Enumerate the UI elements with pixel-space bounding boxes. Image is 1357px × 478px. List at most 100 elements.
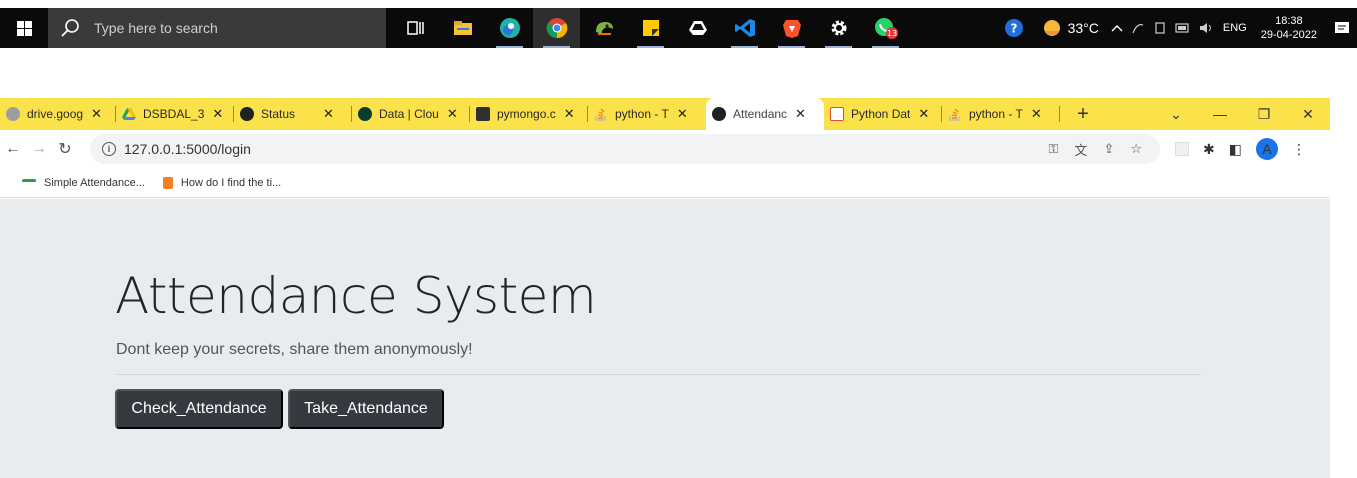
battery-icon[interactable] bbox=[1175, 22, 1191, 34]
stackoverflow-favicon-icon bbox=[594, 107, 608, 121]
taskbar-search-input[interactable] bbox=[94, 20, 354, 36]
close-icon[interactable]: ✕ bbox=[677, 106, 688, 122]
tab-status[interactable]: Status ✕ bbox=[234, 98, 352, 130]
omnibox-actions: ⚿ 文 ⇪ ☆ bbox=[1041, 140, 1150, 159]
window-close-icon[interactable]: ✕ bbox=[1286, 106, 1330, 123]
help-icon[interactable]: ? bbox=[1004, 18, 1024, 38]
translate-icon[interactable]: 文 bbox=[1074, 140, 1087, 159]
tab-title: Python Dat bbox=[851, 107, 911, 121]
volume-icon[interactable] bbox=[1199, 21, 1215, 35]
tab-title: python - T bbox=[969, 107, 1023, 121]
menu-kebab-icon[interactable]: ⋮ bbox=[1292, 141, 1306, 158]
take-attendance-button[interactable]: Take_Attendance bbox=[288, 389, 444, 429]
browser-toolbar: ← → ↻ i 127.0.0.1:5000/login ⚿ 文 ⇪ ☆ ✱ ◧… bbox=[0, 130, 1330, 168]
browser-tab-strip: drive.goog ✕ DSBDAL_3 ✕ Status ✕ Data | … bbox=[0, 98, 1330, 130]
sticky-notes-icon[interactable] bbox=[627, 8, 674, 48]
check-attendance-button[interactable]: Check_Attendance bbox=[115, 389, 283, 429]
tab-pymongo[interactable]: pymongo.c ✕ bbox=[470, 98, 588, 130]
minimize-icon[interactable]: — bbox=[1198, 106, 1242, 122]
tab-data-cloud[interactable]: Data | Clou ✕ bbox=[352, 98, 470, 130]
new-tab-plus-icon[interactable]: + bbox=[1068, 103, 1098, 126]
close-icon[interactable]: ✕ bbox=[447, 106, 458, 122]
extension-icon[interactable] bbox=[1175, 142, 1189, 156]
restore-icon[interactable]: ❐ bbox=[1242, 106, 1286, 123]
brave-icon[interactable] bbox=[768, 8, 815, 48]
bookmark-simple-attendance[interactable]: Simple Attendance... bbox=[22, 177, 145, 189]
terminal-favicon-icon bbox=[476, 107, 490, 121]
windows-logo-icon bbox=[16, 20, 32, 36]
screen: 13 ? 33°C bbox=[0, 0, 1357, 478]
windows-taskbar: 13 ? 33°C bbox=[0, 8, 1357, 48]
drive-favicon-icon bbox=[6, 107, 20, 121]
tab-title: drive.goog bbox=[27, 107, 84, 121]
bookmarks-bar: Simple Attendance... How do I find the t… bbox=[0, 168, 1330, 198]
tab-title: python - T bbox=[615, 107, 669, 121]
close-icon[interactable]: ✕ bbox=[564, 106, 575, 122]
tab-title: DSBDAL_3 bbox=[143, 107, 205, 121]
page-lead: Dont keep your secrets, share them anony… bbox=[116, 341, 473, 358]
edge-icon[interactable] bbox=[486, 8, 533, 48]
tab-drive[interactable]: drive.goog ✕ bbox=[0, 98, 116, 130]
weather-widget[interactable]: 33°C bbox=[1042, 18, 1099, 38]
chevron-up-icon[interactable] bbox=[1111, 23, 1123, 33]
address-bar[interactable]: i 127.0.0.1:5000/login ⚿ 文 ⇪ ☆ bbox=[90, 134, 1160, 164]
globe-favicon-icon bbox=[240, 107, 254, 121]
tab-title: Status bbox=[261, 107, 296, 121]
clock-date: 29-04-2022 bbox=[1260, 29, 1317, 41]
google-drive-favicon-icon bbox=[122, 107, 136, 121]
chrome-icon[interactable] bbox=[533, 8, 580, 48]
tab-title: Data | Clou bbox=[379, 107, 439, 121]
close-icon[interactable]: ✕ bbox=[1031, 106, 1042, 122]
sun-icon bbox=[1043, 20, 1060, 36]
close-icon[interactable]: ✕ bbox=[795, 106, 806, 122]
settings-icon[interactable] bbox=[815, 8, 862, 48]
close-icon[interactable]: ✕ bbox=[212, 106, 223, 122]
chameleon-icon[interactable] bbox=[580, 8, 627, 48]
reload-icon[interactable]: ↻ bbox=[52, 139, 78, 159]
side-panel-icon[interactable]: ◧ bbox=[1229, 141, 1242, 158]
task-view-icon[interactable] bbox=[392, 8, 439, 48]
pen-icon[interactable] bbox=[1131, 21, 1145, 35]
file-explorer-icon[interactable] bbox=[439, 8, 486, 48]
close-icon[interactable]: ✕ bbox=[918, 106, 929, 122]
bookmark-star-icon[interactable]: ☆ bbox=[1130, 141, 1142, 157]
search-icon bbox=[61, 19, 79, 37]
back-arrow-icon[interactable]: ← bbox=[0, 140, 26, 158]
taskbar-search[interactable] bbox=[48, 8, 386, 48]
language-indicator[interactable]: ENG bbox=[1223, 22, 1247, 34]
close-icon[interactable]: ✕ bbox=[91, 106, 102, 122]
avatar[interactable]: A bbox=[1255, 138, 1278, 160]
forward-arrow-icon[interactable]: → bbox=[26, 140, 52, 158]
tab-python-data[interactable]: Python Dat ✕ bbox=[824, 98, 942, 130]
tab-python-1[interactable]: python - T ✕ bbox=[588, 98, 706, 130]
site-info-icon[interactable]: i bbox=[102, 142, 116, 156]
drive-icon[interactable] bbox=[674, 8, 721, 48]
divider bbox=[116, 374, 1201, 375]
vscode-icon[interactable] bbox=[721, 8, 768, 48]
key-icon[interactable]: ⚿ bbox=[1049, 141, 1059, 157]
puzzle-icon[interactable]: ✱ bbox=[1203, 141, 1215, 158]
page-jumbotron: Attendance System Dont keep your secrets… bbox=[0, 199, 1330, 478]
notification-icon[interactable] bbox=[1327, 8, 1357, 48]
system-tray: ? 33°C ENG 18:38 29-04-2022 bbox=[1000, 8, 1357, 48]
bookmark-how-find-time[interactable]: How do I find the ti... bbox=[162, 176, 281, 189]
page-title: Attendance System bbox=[115, 267, 597, 325]
tab-attendance-active[interactable]: Attendanc ✕ bbox=[706, 98, 824, 130]
weather-temp: 33°C bbox=[1067, 20, 1099, 36]
whatsapp-badge: 13 bbox=[886, 29, 896, 38]
whatsapp-icon[interactable]: 13 bbox=[862, 8, 909, 48]
clock-time: 18:38 bbox=[1275, 15, 1303, 27]
taskbar-apps: 13 bbox=[392, 8, 909, 48]
start-button[interactable] bbox=[0, 8, 48, 48]
tab-python-2[interactable]: python - T ✕ bbox=[942, 98, 1060, 130]
onedrive-icon[interactable] bbox=[1153, 21, 1167, 35]
tab-search-chevron-icon[interactable]: ⌄ bbox=[1154, 106, 1198, 123]
share-icon[interactable]: ⇪ bbox=[1103, 141, 1114, 157]
tab-title: Attendanc bbox=[733, 107, 788, 121]
url-text[interactable]: 127.0.0.1:5000/login bbox=[124, 141, 251, 157]
clock[interactable]: 18:38 29-04-2022 bbox=[1261, 14, 1317, 42]
bookmark-favicon-icon bbox=[22, 178, 36, 187]
close-icon[interactable]: ✕ bbox=[323, 106, 334, 122]
globe-favicon-icon bbox=[712, 107, 726, 121]
tab-dsbdal[interactable]: DSBDAL_3 ✕ bbox=[116, 98, 234, 130]
